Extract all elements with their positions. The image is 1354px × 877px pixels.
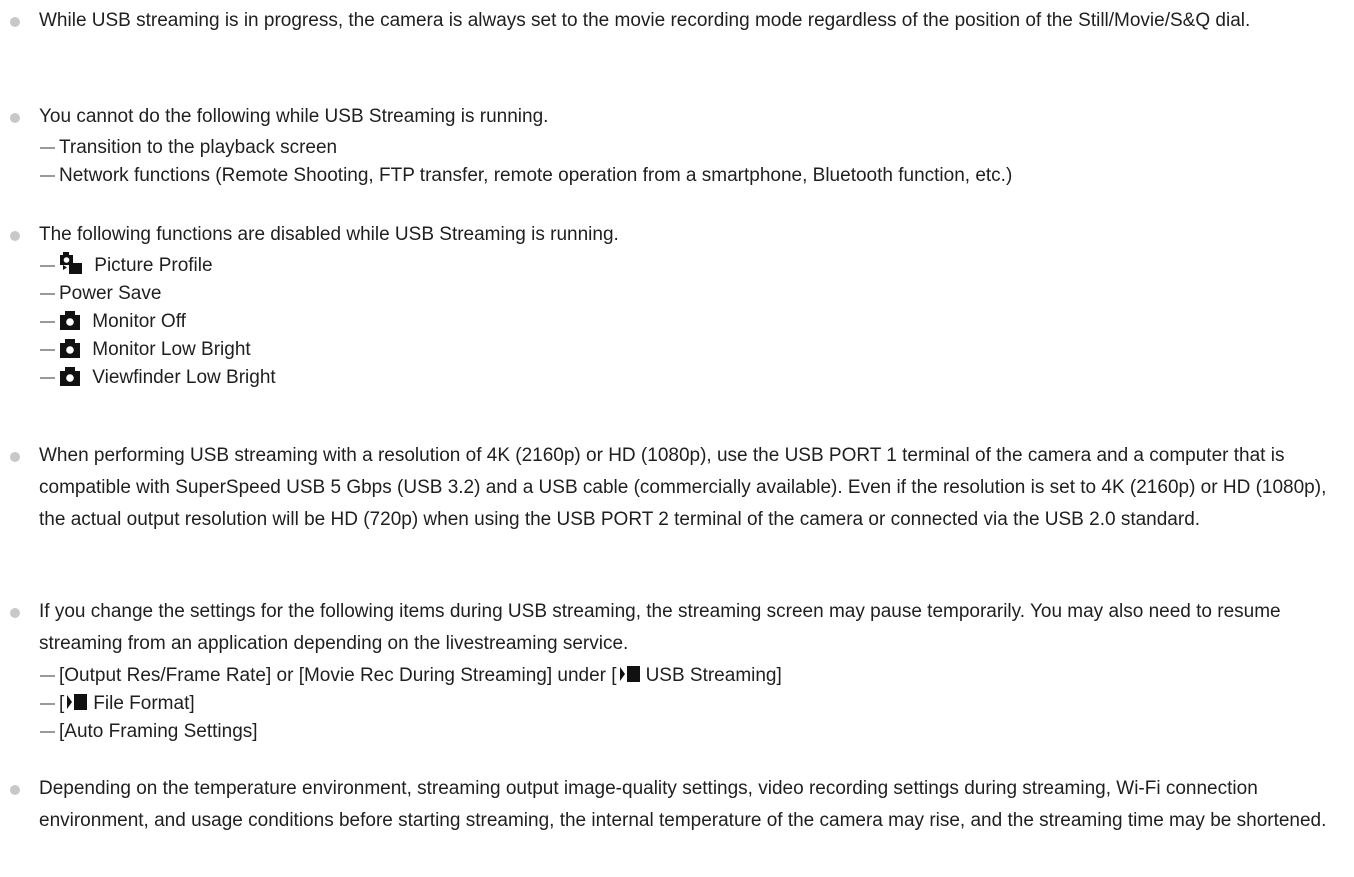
dash-icon <box>40 321 55 323</box>
list-item: Monitor Low Bright <box>39 336 276 364</box>
dash-icon <box>40 349 55 351</box>
bullet-icon <box>10 608 20 618</box>
list-item-text: [Auto Framing Settings] <box>59 721 258 742</box>
movie-icon <box>66 692 88 721</box>
dash-icon <box>40 703 55 705</box>
sub-list: [Output Res/Frame Rate] or [Movie Rec Du… <box>39 662 782 746</box>
list-item-label: Power Save <box>59 283 162 304</box>
list-item: Viewfinder Low Bright <box>39 364 276 392</box>
camera-icon <box>59 310 81 339</box>
bullet-icon <box>10 17 20 27</box>
sub-list: Transition to the playback screen Networ… <box>39 134 1012 190</box>
bullet-icon <box>10 113 20 123</box>
list-item-label: Monitor Off <box>92 311 186 332</box>
dash-icon <box>40 265 55 267</box>
list-item-text: [ <box>59 693 65 714</box>
list-item: Picture Profile <box>39 252 276 280</box>
photo-movie-icon <box>59 252 83 283</box>
dash-icon <box>40 675 55 677</box>
note-text: When performing USB streaming with a res… <box>39 445 1327 530</box>
camera-icon <box>59 366 81 395</box>
list-item-label: Picture Profile <box>94 255 213 276</box>
note-text: Depending on the temperature environment… <box>39 778 1327 831</box>
dash-icon <box>40 175 55 177</box>
bullet-icon <box>10 452 20 462</box>
bullet-icon <box>10 785 20 795</box>
dash-icon <box>40 731 55 733</box>
list-item-label: Viewfinder Low Bright <box>92 367 276 388</box>
list-item: Transition to the playback screen <box>39 134 1012 162</box>
note-text: If you change the settings for the follo… <box>39 601 1281 654</box>
dash-icon <box>40 377 55 379</box>
list-item-text: [Output Res/Frame Rate] or [Movie Rec Du… <box>59 665 617 686</box>
list-item-label: Transition to the playback screen <box>59 137 338 158</box>
dash-icon <box>40 293 55 295</box>
dash-icon <box>40 147 55 149</box>
movie-icon <box>619 664 641 693</box>
list-item: Power Save <box>39 280 276 308</box>
list-item-text: USB Streaming] <box>645 665 782 686</box>
list-item: [ File Format] <box>39 690 782 718</box>
sub-list: Picture Profile Power Save Monitor Off M… <box>39 252 276 392</box>
list-item-label: Monitor Low Bright <box>92 339 251 360</box>
note-text: While USB streaming is in progress, the … <box>39 10 1251 31</box>
list-item: Monitor Off <box>39 308 276 336</box>
camera-icon <box>59 338 81 367</box>
bullet-icon <box>10 231 20 241</box>
note-text: The following functions are disabled whi… <box>39 224 619 245</box>
list-item: Network functions (Remote Shooting, FTP … <box>39 162 1012 190</box>
list-item: [Output Res/Frame Rate] or [Movie Rec Du… <box>39 662 782 690</box>
list-item: [Auto Framing Settings] <box>39 718 782 746</box>
list-item-text: File Format] <box>93 693 195 714</box>
note-text: You cannot do the following while USB St… <box>39 106 549 127</box>
list-item-label: Network functions (Remote Shooting, FTP … <box>59 165 1013 186</box>
